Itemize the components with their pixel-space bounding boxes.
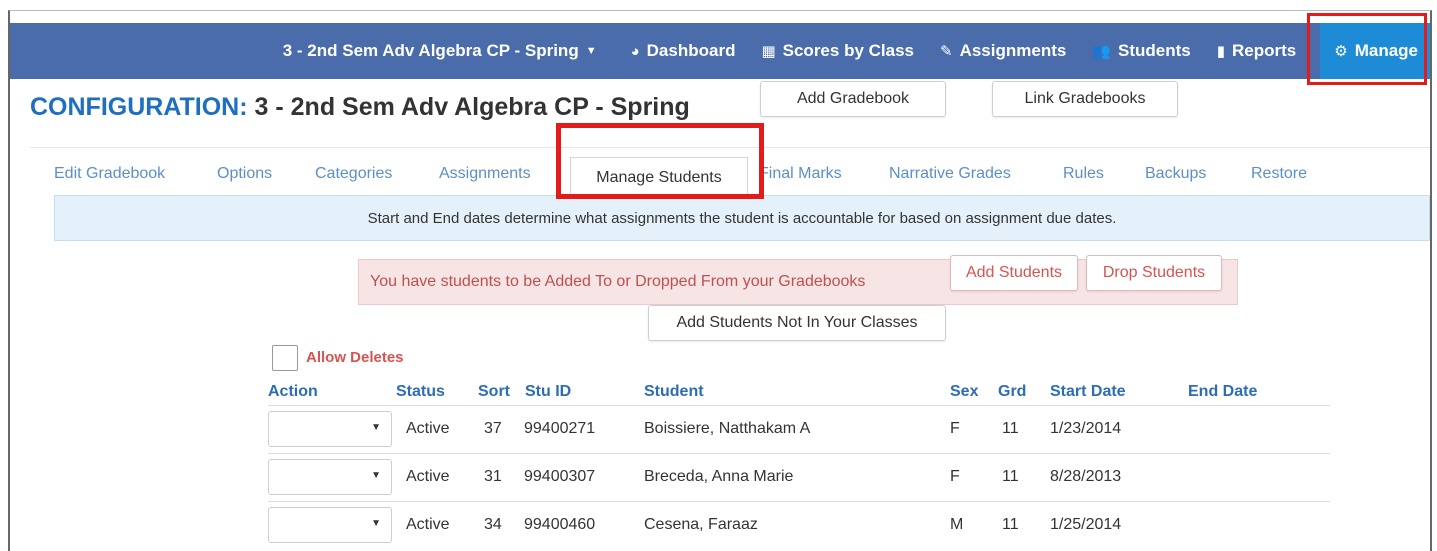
cell-sex: F bbox=[950, 468, 960, 485]
tab-backups[interactable]: Backups bbox=[1145, 165, 1206, 183]
nav-dashboard-label: Dashboard bbox=[646, 41, 736, 60]
row-divider bbox=[268, 453, 1330, 454]
header-action[interactable]: Action bbox=[268, 383, 318, 401]
cell-grd: 11 bbox=[1002, 516, 1019, 533]
row-divider bbox=[268, 405, 1330, 406]
top-nav: 3 - 2nd Sem Adv Algebra CP - Spring ▼ ◕ … bbox=[10, 23, 1430, 79]
drop-students-button[interactable]: Drop Students bbox=[1086, 255, 1222, 291]
header-student[interactable]: Student bbox=[644, 383, 704, 401]
cell-start-date: 1/25/2014 bbox=[1050, 516, 1122, 533]
link-gradebooks-button[interactable]: Link Gradebooks bbox=[992, 81, 1178, 117]
nav-dashboard[interactable]: ◕ Dashboard bbox=[631, 41, 736, 61]
nav-scores-by-class[interactable]: ▦ Scores by Class bbox=[761, 41, 914, 61]
tab-assignments[interactable]: Assignments bbox=[439, 165, 531, 183]
cell-grd: 11 bbox=[1002, 420, 1019, 437]
cell-stu-id: 99400460 bbox=[524, 516, 596, 533]
action-select[interactable]: ▼ bbox=[268, 507, 392, 543]
header-sort[interactable]: Sort bbox=[478, 383, 510, 401]
nav-scores-label: Scores by Class bbox=[782, 41, 914, 60]
class-selector-label: 3 - 2nd Sem Adv Algebra CP - Spring bbox=[282, 41, 579, 60]
nav-manage-label: Manage bbox=[1354, 41, 1418, 60]
cell-start-date: 1/23/2014 bbox=[1050, 420, 1122, 437]
nav-assignments-label: Assignments bbox=[959, 41, 1067, 60]
grid-icon: ▦ bbox=[761, 43, 776, 60]
cell-start-date: 8/28/2013 bbox=[1050, 468, 1122, 485]
nav-students[interactable]: 👥 Students bbox=[1092, 41, 1190, 61]
dashboard-icon: ◕ bbox=[630, 42, 640, 60]
nav-manage[interactable]: ⚙ Manage bbox=[1320, 23, 1430, 79]
header-status[interactable]: Status bbox=[396, 383, 445, 401]
tab-categories[interactable]: Categories bbox=[315, 165, 392, 183]
cell-status: Active bbox=[406, 420, 450, 437]
tab-manage-students[interactable]: Manage Students bbox=[570, 157, 748, 197]
caret-down-icon: ▼ bbox=[371, 470, 381, 481]
action-select[interactable]: ▼ bbox=[268, 411, 392, 447]
page-title: CONFIGURATION: 3 - 2nd Sem Adv Algebra C… bbox=[30, 93, 690, 122]
cell-stu-id: 99400271 bbox=[524, 420, 596, 437]
cell-sort: 31 bbox=[484, 468, 502, 485]
class-selector[interactable]: 3 - 2nd Sem Adv Algebra CP - Spring ▼ bbox=[283, 41, 597, 61]
document-icon: ▮ bbox=[1216, 43, 1226, 60]
nav-students-label: Students bbox=[1118, 41, 1191, 60]
tab-final-marks[interactable]: Final Marks bbox=[759, 165, 842, 183]
cell-student: Boissiere, Natthakam A bbox=[644, 420, 811, 437]
caret-down-icon: ▼ bbox=[585, 45, 597, 57]
allow-deletes-label: Allow Deletes bbox=[306, 349, 404, 366]
cell-sex: F bbox=[950, 420, 960, 437]
users-icon: 👥 bbox=[1092, 43, 1112, 60]
action-select[interactable]: ▼ bbox=[268, 459, 392, 495]
caret-down-icon: ▼ bbox=[371, 518, 381, 529]
config-class-name: 3 - 2nd Sem Adv Algebra CP - Spring bbox=[254, 93, 690, 121]
caret-down-icon: ▼ bbox=[371, 422, 381, 433]
cell-stu-id: 99400307 bbox=[524, 468, 596, 485]
cell-status: Active bbox=[406, 468, 450, 485]
edit-icon: ✎ bbox=[940, 43, 953, 60]
add-gradebook-button[interactable]: Add Gradebook bbox=[760, 81, 946, 117]
nav-reports-label: Reports bbox=[1232, 41, 1297, 60]
cell-grd: 11 bbox=[1002, 468, 1019, 485]
add-students-button[interactable]: Add Students bbox=[950, 255, 1078, 291]
app-window: 3 - 2nd Sem Adv Algebra CP - Spring ▼ ◕ … bbox=[8, 10, 1432, 551]
cell-sex: M bbox=[950, 516, 964, 533]
tab-narrative-grades[interactable]: Narrative Grades bbox=[889, 165, 1011, 183]
alert-text: You have students to be Added To or Drop… bbox=[370, 273, 866, 290]
cell-status: Active bbox=[406, 516, 450, 533]
header-start-date[interactable]: Start Date bbox=[1050, 383, 1126, 401]
header-stu-id[interactable]: Stu ID bbox=[525, 383, 571, 401]
cell-sort: 37 bbox=[484, 420, 502, 437]
tab-edit-gradebook[interactable]: Edit Gradebook bbox=[54, 165, 165, 183]
cell-student: Breceda, Anna Marie bbox=[644, 468, 794, 485]
tab-options[interactable]: Options bbox=[217, 165, 272, 183]
nav-assignments[interactable]: ✎ Assignments bbox=[940, 41, 1066, 61]
cell-student: Cesena, Faraaz bbox=[644, 516, 758, 533]
tab-rules[interactable]: Rules bbox=[1063, 165, 1104, 183]
nav-reports[interactable]: ▮ Reports bbox=[1217, 41, 1297, 61]
info-message: Start and End dates determine what assig… bbox=[54, 195, 1430, 241]
add-students-not-in-classes-button[interactable]: Add Students Not In Your Classes bbox=[648, 305, 946, 341]
allow-deletes-checkbox[interactable] bbox=[272, 345, 298, 371]
config-label: CONFIGURATION: bbox=[30, 93, 248, 121]
header-grd[interactable]: Grd bbox=[998, 383, 1026, 401]
tab-restore[interactable]: Restore bbox=[1251, 165, 1307, 183]
header-sex[interactable]: Sex bbox=[950, 383, 978, 401]
gear-icon: ⚙ bbox=[1334, 43, 1348, 60]
header-end-date[interactable]: End Date bbox=[1188, 383, 1257, 401]
row-divider bbox=[268, 501, 1330, 502]
cell-sort: 34 bbox=[484, 516, 502, 533]
